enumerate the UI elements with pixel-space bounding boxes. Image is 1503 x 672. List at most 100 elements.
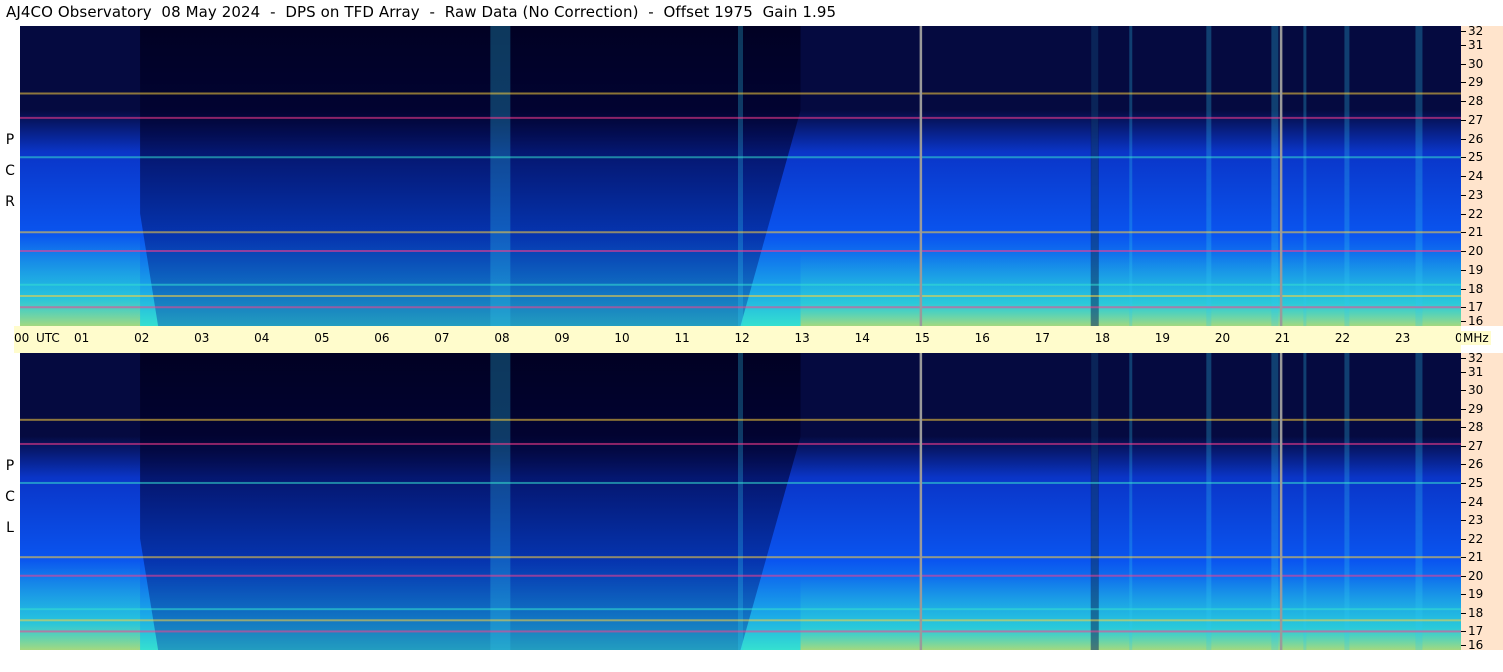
vertical-burst <box>490 26 511 326</box>
marker-line <box>1279 353 1283 650</box>
panel-label-rcp: P C R <box>3 133 17 226</box>
chart-title: AJ4CO Observatory 08 May 2024 - DPS on T… <box>6 3 837 21</box>
vertical-burst <box>1303 26 1307 326</box>
time-tick-label: 12 <box>734 331 750 345</box>
time-tick-label: 16 <box>974 331 990 345</box>
freq-tick-label: 28 <box>1461 420 1483 434</box>
panel-letter: R <box>5 194 15 210</box>
vertical-burst <box>738 353 743 650</box>
freq-tick-label: 18 <box>1461 606 1483 620</box>
time-tick-label: 05 <box>314 331 330 345</box>
freq-tick-label: 30 <box>1461 383 1483 397</box>
freq-tick-label: 32 <box>1461 24 1483 38</box>
time-tick-label: 00 <box>14 331 30 345</box>
freq-tick-label: 18 <box>1461 282 1483 296</box>
time-tick-label: 15 <box>914 331 930 345</box>
time-tick-label: 09 <box>554 331 570 345</box>
time-tick-label: 07 <box>434 331 450 345</box>
time-tick-label: 18 <box>1094 331 1111 345</box>
freq-tick-label: 30 <box>1461 57 1483 71</box>
rfi-line <box>20 92 1461 95</box>
freq-tick-label: 21 <box>1461 225 1483 239</box>
freq-tick-label: 27 <box>1461 439 1483 453</box>
vertical-burst <box>1415 353 1423 650</box>
rfi-line <box>20 418 1461 421</box>
time-tick-label: 06 <box>374 331 390 345</box>
time-tick-label: 20 <box>1214 331 1231 345</box>
freq-tick-label: 20 <box>1461 244 1483 258</box>
spectrogram-lcp-svg <box>20 353 1461 650</box>
vertical-burst <box>1129 353 1133 650</box>
night-band-region <box>140 26 801 326</box>
time-tick-label: 14 <box>854 331 870 345</box>
bright-band-left <box>20 232 141 326</box>
rfi-line <box>20 574 1461 577</box>
mhz-unit-label: MHz <box>1461 331 1491 345</box>
marker-line <box>919 26 923 326</box>
freq-tick-label: 21 <box>1461 550 1483 564</box>
panel-letter: P <box>5 458 15 474</box>
freq-tick-label: 29 <box>1461 75 1483 89</box>
frequency-axis-lcp: 16 17 18 19 20 21 22 23 24 25 26 27 28 29 30 31 32 <box>1461 351 1503 652</box>
freq-tick-label: 19 <box>1461 263 1483 277</box>
panel-label-lcp: P C L <box>3 459 17 552</box>
rfi-line <box>20 619 1461 622</box>
dark-notch <box>1090 353 1099 650</box>
vertical-burst <box>1129 26 1133 326</box>
freq-tick-label: 24 <box>1461 169 1483 183</box>
vertical-burst <box>738 26 743 326</box>
panel-letter: L <box>6 520 14 536</box>
freq-tick-label: 25 <box>1461 476 1483 490</box>
rfi-line <box>20 283 1461 286</box>
freq-tick-label: 26 <box>1461 457 1483 471</box>
time-axis: 00 01 02 03 04 05 06 07 08 09 10 11 12 13 14 15 16 17 18 19… <box>14 326 1470 353</box>
dark-notch <box>1090 26 1099 326</box>
freq-tick-label: 17 <box>1461 624 1483 638</box>
time-tick-label: 10 <box>614 331 630 345</box>
freq-tick-label: 16 <box>1461 638 1483 652</box>
marker-line <box>919 353 923 650</box>
rfi-line <box>20 481 1461 484</box>
night-band-region <box>140 353 801 650</box>
freq-tick-label: 26 <box>1461 132 1483 146</box>
vertical-burst <box>1271 26 1279 326</box>
time-tick-label: 22 <box>1334 331 1351 345</box>
time-tick-label: 21 <box>1274 331 1291 345</box>
vertical-burst <box>490 353 511 650</box>
marker-line <box>1279 26 1283 326</box>
time-tick-label: 04 <box>254 331 270 345</box>
freq-tick-label: 22 <box>1461 532 1483 546</box>
spectrogram-rcp <box>20 26 1461 326</box>
time-tick-label: 03 <box>194 331 210 345</box>
time-tick-label: 11 <box>674 331 690 345</box>
freq-tick-label: 32 <box>1461 351 1483 365</box>
bright-band-left <box>20 557 141 650</box>
freq-tick-label: 16 <box>1461 314 1483 328</box>
vertical-burst <box>1415 26 1423 326</box>
freq-tick-label: 22 <box>1461 207 1483 221</box>
panel-letter: C <box>5 489 15 505</box>
frequency-axis-rcp: 16 17 18 19 20 21 22 23 24 25 26 27 28 29 30 31 32 <box>1461 24 1503 328</box>
time-tick-label: 17 <box>1034 331 1050 345</box>
spectrogram-rcp-svg <box>20 26 1461 326</box>
rfi-line <box>20 306 1461 309</box>
time-tick-label: 02 <box>134 331 150 345</box>
freq-tick-label: 28 <box>1461 94 1483 108</box>
vertical-burst <box>1271 353 1279 650</box>
rfi-line <box>20 556 1461 559</box>
vertical-burst <box>1206 26 1212 326</box>
rfi-line <box>20 156 1461 159</box>
rfi-line <box>20 295 1461 297</box>
rfi-line <box>20 630 1461 633</box>
time-tick-label: 19 <box>1154 331 1171 345</box>
rfi-line <box>20 442 1461 445</box>
panel-letter: P <box>5 132 15 148</box>
freq-tick-label: 23 <box>1461 513 1483 527</box>
rfi-line <box>20 608 1461 611</box>
time-tick-label: 23 <box>1394 331 1411 345</box>
time-unit-label: UTC <box>36 331 60 345</box>
rfi-line <box>20 116 1461 119</box>
freq-tick-label: 31 <box>1461 365 1483 379</box>
rfi-line <box>20 250 1461 252</box>
freq-tick-label: 19 <box>1461 587 1483 601</box>
